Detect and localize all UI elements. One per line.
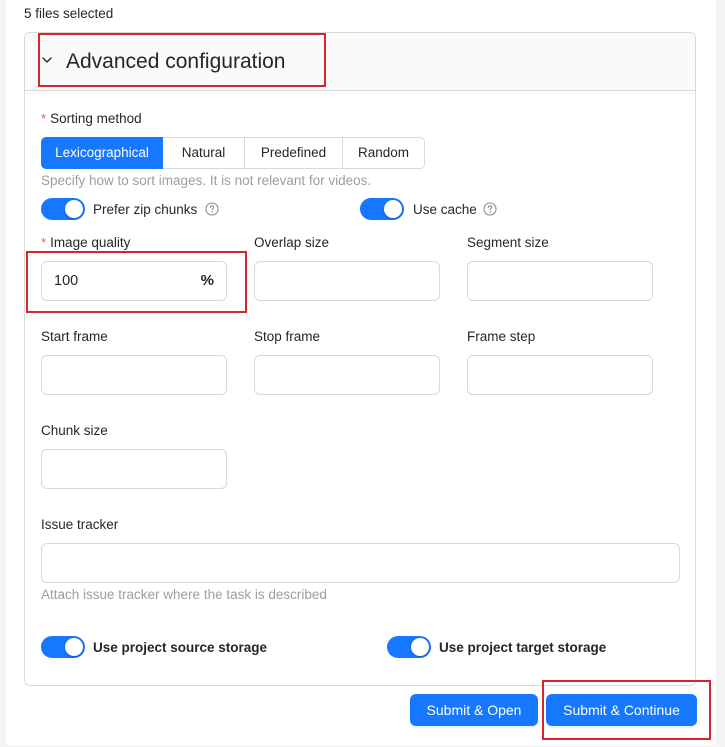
start-frame-label: Start frame <box>41 329 108 344</box>
percent-suffix: % <box>200 272 214 289</box>
prefer-zip-chunks-label: Prefer zip chunks <box>93 202 198 217</box>
sorting-option-lexicographical[interactable]: Lexicographical <box>41 137 163 169</box>
files-selected-text: 5 files selected <box>24 6 114 21</box>
overlap-size-label: Overlap size <box>254 235 330 250</box>
required-marker: * <box>41 111 47 126</box>
image-quality-value: 100 <box>54 273 79 289</box>
question-circle-icon[interactable] <box>483 202 497 216</box>
sorting-option-natural[interactable]: Natural <box>163 137 245 169</box>
use-project-target-storage-switch[interactable] <box>387 636 431 658</box>
use-project-source-storage-switch[interactable] <box>41 636 85 658</box>
submit-and-continue-button[interactable]: Submit & Continue <box>546 694 697 726</box>
stop-frame-input[interactable] <box>254 355 440 395</box>
image-quality-input[interactable]: 100 % <box>41 261 227 301</box>
segment-size-input[interactable] <box>467 261 653 301</box>
stop-frame-label: Stop frame <box>254 329 321 344</box>
segment-size-label: Segment size <box>467 235 549 250</box>
use-project-source-storage-label: Use project source storage <box>93 640 268 655</box>
use-project-target-storage-label: Use project target storage <box>439 640 607 655</box>
issue-tracker-input[interactable] <box>41 543 680 583</box>
use-cache-switch[interactable] <box>360 198 404 220</box>
sorting-method-label: * Sorting method <box>41 111 142 126</box>
advanced-configuration-header[interactable]: Advanced configuration <box>25 33 695 91</box>
submit-and-open-button[interactable]: Submit & Open <box>410 694 538 726</box>
image-quality-label: * Image quality <box>41 235 131 250</box>
sorting-method-radio-group: Lexicographical Natural Predefined Rando… <box>41 137 425 169</box>
issue-tracker-label: Issue tracker <box>41 517 119 532</box>
chevron-down-icon[interactable] <box>41 54 53 66</box>
advanced-configuration-title: Advanced configuration <box>66 50 286 73</box>
sorting-method-hint: Specify how to sort images. It is not re… <box>41 173 372 188</box>
use-cache-label: Use cache <box>413 202 477 217</box>
frame-step-input[interactable] <box>467 355 653 395</box>
required-marker: * <box>41 235 47 250</box>
sorting-option-random[interactable]: Random <box>343 137 425 169</box>
sorting-option-predefined[interactable]: Predefined <box>245 137 343 169</box>
frame-step-label: Frame step <box>467 329 536 344</box>
issue-tracker-hint: Attach issue tracker where the task is d… <box>41 587 327 602</box>
question-circle-icon[interactable] <box>205 202 219 216</box>
start-frame-input[interactable] <box>41 355 227 395</box>
chunk-size-label: Chunk size <box>41 423 108 438</box>
chunk-size-input[interactable] <box>41 449 227 489</box>
overlap-size-input[interactable] <box>254 261 440 301</box>
prefer-zip-chunks-switch[interactable] <box>41 198 85 220</box>
